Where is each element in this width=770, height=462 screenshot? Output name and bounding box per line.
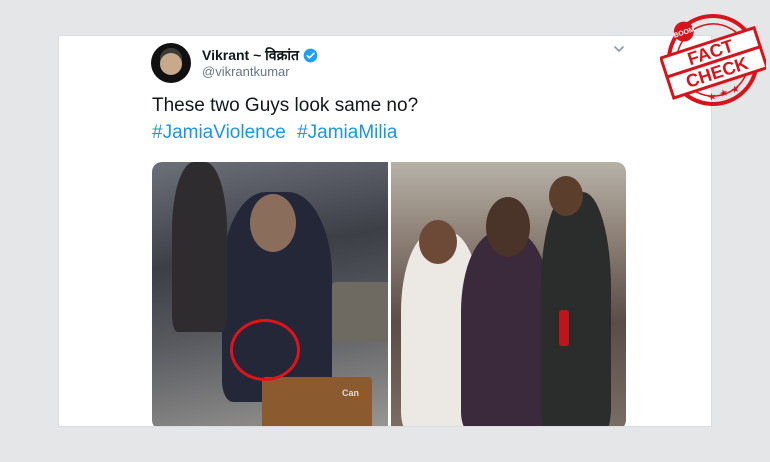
hashtag-list: #JamiaViolence #JamiaMilia (152, 119, 672, 146)
tweet-body: These two Guys look same no? (152, 95, 419, 116)
verified-badge-icon (303, 48, 318, 63)
highlight-circle (230, 319, 300, 381)
media-photo-right[interactable] (390, 162, 626, 426)
avatar[interactable] (151, 43, 191, 83)
photo-caption-text: Can (342, 388, 360, 398)
media-photo-left[interactable]: Can (152, 162, 388, 426)
chevron-down-icon[interactable] (612, 42, 626, 56)
author-row: Vikrant ~ विक्रांत (202, 46, 318, 65)
user-handle[interactable]: @vikrantkumar (202, 64, 290, 79)
display-name[interactable]: Vikrant ~ विक्रांत (202, 46, 299, 65)
tweet-media: Can (152, 162, 626, 426)
fact-check-stamp: BOOM FACT CHECK ★ ★ ★ (660, 14, 766, 106)
tweet-text: These two Guys look same no? #JamiaViole… (152, 92, 672, 146)
tweet-card: Vikrant ~ विक्रांत @vikrantkumar These t… (58, 35, 712, 427)
hashtag-link[interactable]: #JamiaViolence (152, 122, 286, 143)
hashtag-link[interactable]: #JamiaMilia (297, 122, 397, 143)
